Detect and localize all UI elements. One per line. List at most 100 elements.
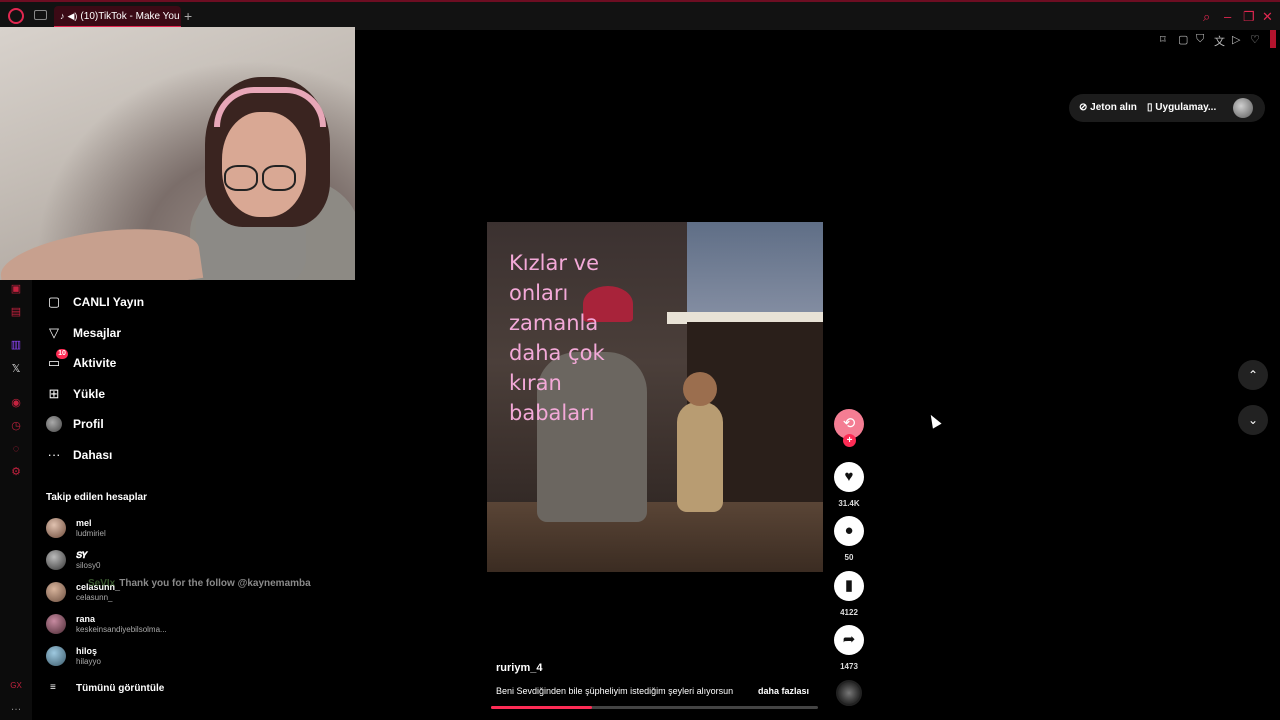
nav-item-messages[interactable]: ▽ Mesajlar <box>46 323 246 345</box>
restore-icon[interactable]: ❐ <box>1243 9 1255 25</box>
get-app-button[interactable]: ▯ Uygulamay... <box>1147 102 1216 113</box>
messenger-icon[interactable]: ▤ <box>9 305 23 319</box>
see-all-button[interactable]: ≡ Tümünü görüntüle <box>46 682 206 696</box>
account-username: hilayyo <box>76 657 101 666</box>
get-app-label: Uygulamay... <box>1155 102 1217 113</box>
video-child-head <box>683 372 717 406</box>
snapshot-icon[interactable]: ▢ <box>1178 33 1188 46</box>
gx-icon[interactable]: GX <box>9 679 23 693</box>
video-progress-fill <box>491 706 593 709</box>
stream-chat-overlay: SeVIx Thank you for the follow @kaynemamb… <box>88 578 311 589</box>
new-tab-button[interactable]: + <box>184 8 192 24</box>
avatar <box>46 550 66 570</box>
video-caption: Kızlar ve onları zamanla daha çok kıran … <box>509 251 605 425</box>
comment-count: 50 <box>844 553 854 562</box>
nav-label-messages: Mesajlar <box>73 326 122 340</box>
heart-icon[interactable]: ♡ <box>1250 33 1260 46</box>
browser-toolbar: ⌑ ▢ ⛉ 文 ▷ ♡ <box>1140 30 1280 48</box>
history-icon[interactable]: ◷ <box>9 419 23 433</box>
translate-icon[interactable]: 文 <box>1214 33 1225 49</box>
more-dots-icon[interactable]: … <box>9 700 23 714</box>
shield-icon[interactable]: ⛉ <box>1196 33 1204 46</box>
nav-item-upload[interactable]: ⊞ Yükle <box>46 384 246 406</box>
live-icon: ▢ <box>47 294 61 309</box>
nav-item-activity[interactable]: ▭ 10 Aktivite <box>46 349 246 375</box>
video-author[interactable]: ruriym_4 <box>496 662 542 674</box>
music-disc-icon[interactable] <box>836 680 862 706</box>
get-coins-button[interactable]: ⊘ Jeton alın <box>1079 102 1137 113</box>
twitch-icon[interactable]: ▣ <box>9 282 23 296</box>
nav-label-more: Dahası <box>73 448 113 462</box>
list-icon: ≡ <box>50 682 56 693</box>
workspace-icon[interactable] <box>34 10 47 20</box>
share-count: 1473 <box>840 662 858 671</box>
close-icon[interactable]: ✕ <box>1262 9 1273 25</box>
player-icon[interactable]: ◉ <box>9 396 23 410</box>
search-icon[interactable]: ⌕ <box>1203 9 1210 25</box>
user-avatar[interactable] <box>1233 98 1253 118</box>
avatar <box>46 614 66 634</box>
browser-tab-bar: ♪ ◀) (10)TikTok - Make You + ⌕ – ❐ ✕ <box>0 0 1280 30</box>
activity-badge: 10 <box>56 349 68 359</box>
save-count: 4122 <box>840 608 858 617</box>
browser-tab[interactable]: ♪ ◀) (10)TikTok - Make You <box>54 6 181 28</box>
twitch-app-icon[interactable]: ▥ <box>9 338 23 352</box>
account-username: ludmiriel <box>76 529 106 538</box>
webcam-glasses-left <box>224 165 258 191</box>
webcam-overlay <box>0 27 355 280</box>
opera-sidebar: ▣ ▤ ▥ 𝕏 ◉ ◷ ◌ ⚙ GX … <box>0 280 32 720</box>
webcam-arm <box>0 218 204 280</box>
bookmark-icon[interactable]: ⌑ <box>1160 33 1166 46</box>
chat-icon[interactable]: ◌ <box>9 442 23 456</box>
video-player[interactable]: Kızlar ve onları zamanla daha çok kıran … <box>487 222 823 572</box>
upload-icon: ⊞ <box>48 386 60 401</box>
like-button[interactable]: ♥ <box>834 462 864 492</box>
account-name: 𝑺𝒀 <box>76 550 88 560</box>
account-name: mel <box>76 518 92 528</box>
following-account[interactable]: 𝑺𝒀 silosy0 <box>46 550 286 578</box>
account-username: silosy0 <box>76 561 101 570</box>
share-button[interactable]: ➦ <box>834 625 864 655</box>
following-title: Takip edilen hesaplar <box>46 492 147 503</box>
following-account[interactable]: mel ludmiriel <box>46 518 286 546</box>
video-description: Beni Sevdiğinden bile şüpheliyim istediğ… <box>496 686 734 696</box>
mouse-cursor <box>926 412 942 429</box>
opera-logo-icon[interactable] <box>8 8 24 24</box>
account-username: keskeinsandiyebilsolma... <box>76 625 167 634</box>
nav-item-more[interactable]: ··· Dahası <box>46 445 246 467</box>
nav-label-profile: Profil <box>73 417 104 431</box>
avatar <box>46 518 66 538</box>
nav-item-profile[interactable]: Profil <box>46 414 246 436</box>
nav-label-upload: Yükle <box>73 387 106 401</box>
profile-avatar <box>46 416 62 432</box>
header-actions: ⊘ Jeton alın ▯ Uygulamay... <box>1069 94 1265 122</box>
follow-plus-button[interactable]: + <box>843 434 856 447</box>
more-button[interactable]: daha fazlası <box>758 686 809 696</box>
x-icon[interactable]: 𝕏 <box>9 362 23 376</box>
avatar <box>46 582 66 602</box>
minimize-icon[interactable]: – <box>1224 9 1231 24</box>
settings-icon[interactable]: ⚙ <box>9 465 23 479</box>
sidebar-toggle[interactable] <box>1270 30 1276 48</box>
next-video-button[interactable]: ⌄ <box>1238 405 1268 435</box>
webcam-glasses-right <box>262 165 296 191</box>
comment-button[interactable]: ● <box>834 516 864 546</box>
save-button[interactable]: ▮ <box>834 571 864 601</box>
video-child <box>677 402 723 512</box>
see-all-label: Tümünü görüntüle <box>76 683 165 694</box>
account-name: hiloş <box>76 646 98 656</box>
play-icon[interactable]: ▷ <box>1232 33 1240 46</box>
nav-item-live[interactable]: ▢ CANLI Yayın <box>46 292 246 314</box>
avatar <box>46 646 66 666</box>
speaker-icon[interactable]: ◀) <box>68 11 78 21</box>
get-coins-label: Jeton alın <box>1090 102 1137 113</box>
tiktok-icon: ♪ <box>60 11 65 21</box>
following-account[interactable]: rana keskeinsandiyebilsolma... <box>46 614 286 642</box>
nav-label-activity: Aktivite <box>73 356 117 370</box>
following-account[interactable]: hiloş hilayyo <box>46 646 286 674</box>
previous-video-button[interactable]: ⌃ <box>1238 360 1268 390</box>
video-progress-bar[interactable] <box>491 706 818 709</box>
messages-icon: ▽ <box>49 325 59 340</box>
tab-title: (10)TikTok - Make You <box>80 11 180 22</box>
chat-message: Thank you for the follow @kaynemamba <box>119 578 311 589</box>
